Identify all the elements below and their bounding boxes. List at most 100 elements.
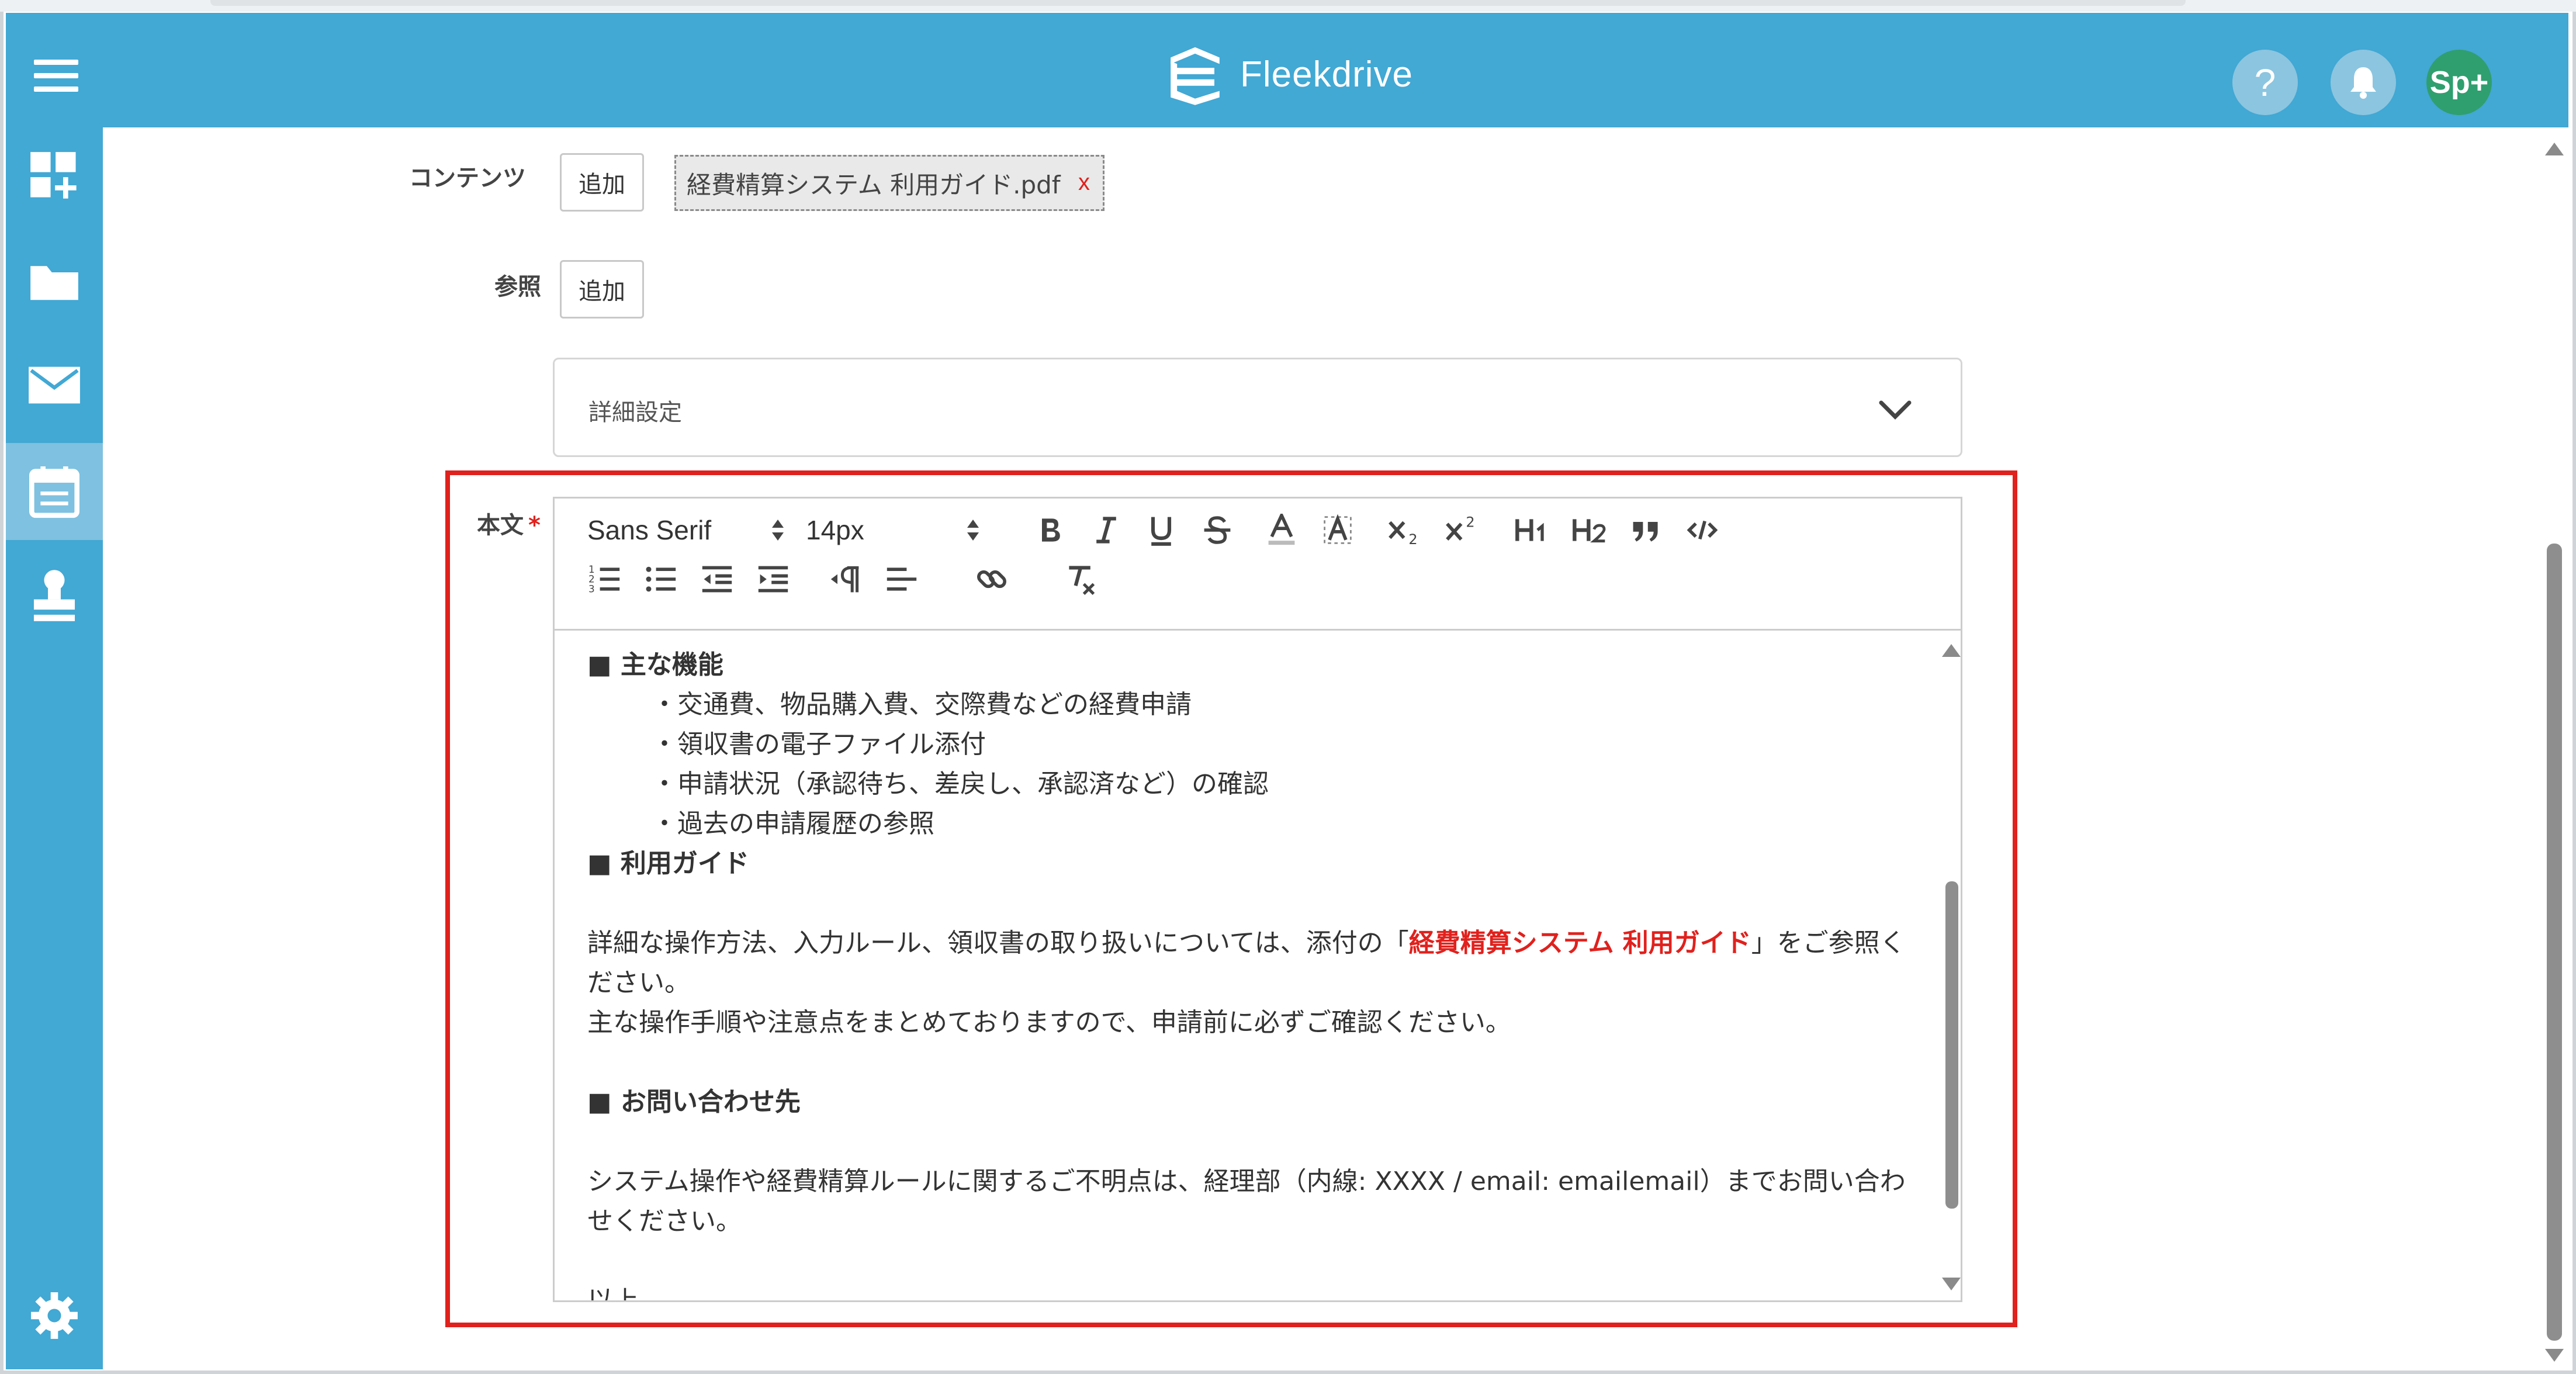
- attached-file-name[interactable]: 経費精算システム 利用ガイド.pdf: [687, 165, 1061, 201]
- fleekdrive-logo-icon: [1171, 47, 1220, 105]
- bell-icon: [2350, 67, 2376, 99]
- superscript-button[interactable]: 2: [1441, 508, 1485, 552]
- list-item: ・過去の申請履歴の参照: [652, 809, 934, 839]
- guide-highlight-text: 経費精算システム 利用ガイド: [1408, 928, 1751, 958]
- heading2-button[interactable]: [1568, 508, 1612, 552]
- scroll-up-arrow-icon[interactable]: [1942, 644, 1961, 657]
- svg-text:2: 2: [1408, 531, 1417, 546]
- heading-text: 利用ガイド: [620, 849, 749, 878]
- editor-scrollbar[interactable]: [1940, 632, 1962, 1300]
- clear-format-icon: [1069, 566, 1095, 595]
- sidebar: [6, 127, 103, 1369]
- details-settings-label: 詳細設定: [588, 399, 682, 426]
- page-scroll-down-icon[interactable]: [2545, 1349, 2564, 1362]
- background-color-button[interactable]: [1315, 508, 1360, 552]
- code-button[interactable]: [1680, 508, 1725, 552]
- required-mark: *: [528, 512, 541, 539]
- body-heading-contact: ■ お問い合わせ先: [587, 1082, 1913, 1122]
- heading-text: お問い合わせ先: [620, 1087, 801, 1117]
- chevron-down-icon: [1879, 400, 1912, 420]
- align-button[interactable]: [880, 557, 924, 601]
- bold-icon: [1042, 518, 1060, 542]
- strikethrough-icon: [1204, 516, 1231, 544]
- editor-toolbar: Sans Serif 14px 2 2 1 2 3: [555, 499, 1961, 631]
- body-label-text: 本文: [477, 512, 524, 539]
- svg-text:3: 3: [588, 583, 595, 594]
- mail-icon: [29, 366, 80, 404]
- app-name: Fleekdrive: [1240, 54, 1413, 95]
- remove-file-button[interactable]: x: [1078, 169, 1090, 196]
- list-item: ・交通費、物品購入費、交際費などの経費申請: [652, 690, 1192, 719]
- link-button[interactable]: [970, 557, 1014, 601]
- section-bullet-mark: ■: [587, 650, 612, 680]
- calendar-icon: [29, 466, 79, 518]
- select-arrows-icon: [772, 520, 784, 541]
- sidebar-item-calendar[interactable]: [6, 443, 103, 540]
- indent-button[interactable]: [751, 557, 795, 601]
- details-settings-panel[interactable]: 詳細設定: [553, 358, 1962, 457]
- reference-add-button[interactable]: 追加: [560, 260, 644, 319]
- blockquote-button[interactable]: [1624, 508, 1668, 552]
- hamburger-icon[interactable]: [34, 60, 78, 92]
- stamp-icon: [33, 570, 75, 621]
- superscript-icon: 2: [1446, 514, 1475, 541]
- heading1-icon: [1515, 519, 1544, 541]
- contents-add-button[interactable]: 追加: [560, 153, 644, 212]
- user-avatar[interactable]: Sp+: [2426, 50, 2492, 115]
- outdent-button[interactable]: [695, 557, 739, 601]
- text-color-icon: [1268, 514, 1295, 545]
- guide-text-before: 詳細な操作方法、入力ルール、領収書の取り扱いについては、添付の「: [587, 928, 1409, 958]
- settings-button[interactable]: [6, 1267, 103, 1364]
- italic-icon: [1096, 517, 1116, 544]
- font-size-select[interactable]: 14px: [806, 511, 981, 549]
- list-item: ・申請状況（承認待ち、差戻し、承認済など）の確認: [652, 769, 1269, 799]
- help-button[interactable]: ?: [2232, 50, 2298, 115]
- bullet-list-button[interactable]: [639, 557, 683, 601]
- list-item: ・領収書の電子ファイル添付: [652, 729, 986, 759]
- heading2-icon: [1573, 519, 1606, 543]
- ordered-list-button[interactable]: 123: [583, 557, 627, 601]
- section-bullet-mark: ■: [587, 1087, 612, 1117]
- strike-button[interactable]: [1195, 508, 1239, 552]
- subscript-icon: 2: [1389, 521, 1418, 546]
- select-arrows-icon: [967, 520, 979, 541]
- subscript-button[interactable]: 2: [1383, 508, 1428, 552]
- font-family-select[interactable]: Sans Serif: [587, 511, 786, 549]
- page-scroll-up-icon[interactable]: [2545, 143, 2564, 155]
- clear-format-button[interactable]: [1058, 557, 1103, 601]
- rtl-direction-button[interactable]: [823, 557, 868, 601]
- bullet-list-icon: [646, 566, 676, 592]
- link-icon: [977, 570, 1006, 589]
- page-scrollbar[interactable]: [2540, 127, 2569, 1369]
- paragraph-direction-icon: [830, 566, 859, 593]
- dashboard-add-icon: [30, 152, 77, 199]
- outdent-icon: [702, 566, 732, 593]
- page-scroll-thumb[interactable]: [2547, 544, 2562, 1341]
- font-size-value: 14px: [806, 515, 864, 545]
- heading1-button[interactable]: [1511, 508, 1555, 552]
- editor-content[interactable]: ■ 主な機能 ・交通費、物品購入費、交際費などの経費申請 ・領収書の電子ファイル…: [555, 632, 1945, 1300]
- bold-button[interactable]: [1028, 508, 1072, 552]
- indent-icon: [758, 566, 788, 593]
- text-color-button[interactable]: [1259, 508, 1304, 552]
- rich-text-editor: Sans Serif 14px 2 2 1 2 3 ■ 主な機能 ・交通費、物品…: [553, 497, 1962, 1302]
- gear-icon: [31, 1292, 78, 1339]
- app-header: Fleekdrive ? Sp+: [6, 13, 2568, 127]
- editor-scroll-thumb[interactable]: [1945, 881, 1958, 1209]
- brand: Fleekdrive: [1163, 42, 1413, 106]
- attached-file-chip: 経費精算システム 利用ガイド.pdf x: [674, 155, 1105, 211]
- sidebar-item-mail[interactable]: [6, 337, 103, 434]
- background-color-icon: [1324, 514, 1352, 544]
- scroll-down-arrow-icon[interactable]: [1942, 1278, 1961, 1290]
- reference-label: 参照: [494, 274, 541, 300]
- guide-note: 主な操作手順や注意点をまとめておりますので、申請前に必ずご確認ください。: [587, 1008, 1511, 1037]
- code-icon: [1687, 520, 1718, 540]
- italic-button[interactable]: [1084, 508, 1128, 552]
- notifications-button[interactable]: [2331, 50, 2396, 115]
- body-label: 本文 *: [477, 506, 541, 540]
- sidebar-item-approval[interactable]: [6, 547, 103, 644]
- sidebar-item-folders[interactable]: [6, 233, 103, 330]
- body-heading-guide: ■ 利用ガイド: [587, 844, 1913, 884]
- underline-button[interactable]: [1139, 508, 1183, 552]
- sidebar-item-dashboard[interactable]: [6, 127, 103, 224]
